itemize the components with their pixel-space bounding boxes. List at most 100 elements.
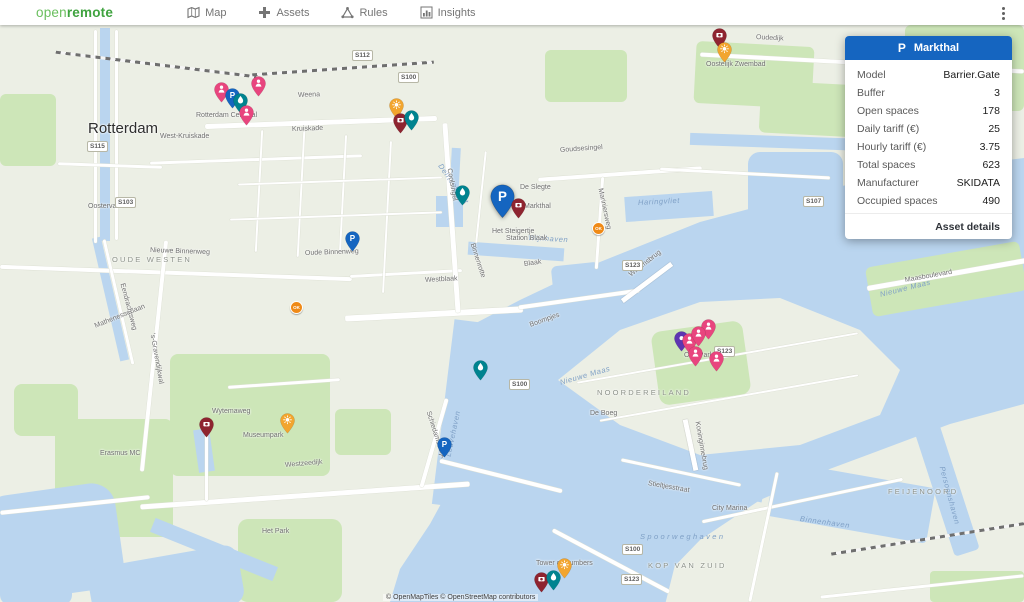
map-icon bbox=[187, 6, 200, 19]
street-label: Het Park bbox=[262, 528, 289, 535]
asset-pin-camera[interactable] bbox=[511, 198, 526, 219]
map-road bbox=[255, 130, 263, 252]
map-road bbox=[475, 151, 487, 243]
attribute-label: Occupied spaces bbox=[857, 195, 938, 207]
road-shield: S100 bbox=[622, 544, 643, 555]
poi-badge: OK bbox=[290, 301, 303, 314]
map-road bbox=[150, 154, 362, 164]
attribute-label: Open spaces bbox=[857, 105, 919, 117]
asset-info-card: P Markthal ModelBarrier.GateBuffer3Open … bbox=[845, 36, 1012, 239]
asset-pin-water[interactable] bbox=[404, 110, 419, 131]
map-park-shape bbox=[14, 384, 78, 436]
svg-text:P: P bbox=[498, 189, 507, 204]
map-park-shape bbox=[545, 50, 627, 102]
attribute-label: Daily tariff (€) bbox=[857, 123, 919, 135]
road-shield: S112 bbox=[352, 50, 373, 61]
map-road bbox=[205, 429, 208, 501]
street-label: Kruiskade bbox=[292, 125, 323, 133]
tab-assets[interactable]: Assets bbox=[242, 0, 325, 25]
asset-pin-water[interactable] bbox=[455, 185, 470, 206]
tab-map[interactable]: Map bbox=[171, 0, 242, 25]
street-label: Blaak bbox=[524, 259, 542, 268]
map-road bbox=[297, 131, 306, 257]
street-label: West-Kruiskade bbox=[160, 133, 209, 140]
app-bar: openremote Map Assets Rules Insights bbox=[0, 0, 1024, 25]
district-label: OUDE WESTEN bbox=[112, 255, 192, 264]
overflow-menu-button[interactable] bbox=[994, 3, 1012, 23]
road-shield: S107 bbox=[803, 196, 824, 207]
road-shield: S103 bbox=[115, 197, 136, 208]
attribute-value: 490 bbox=[982, 195, 1000, 207]
asset-attribute-row: Daily tariff (€)25 bbox=[845, 120, 1012, 138]
district-label: NOORDEREILAND bbox=[597, 388, 691, 397]
attribute-value: 623 bbox=[982, 159, 1000, 171]
street-label: City Marina bbox=[712, 505, 747, 512]
poi-badge: OK bbox=[592, 222, 605, 235]
street-label: Station Blaak bbox=[506, 235, 547, 242]
openremote-logo: openremote bbox=[36, 0, 113, 25]
assets-icon bbox=[258, 6, 271, 19]
tab-insights-label: Insights bbox=[438, 7, 476, 19]
map-road bbox=[382, 141, 392, 293]
tab-rules[interactable]: Rules bbox=[325, 0, 403, 25]
svg-text:P: P bbox=[349, 234, 355, 243]
asset-pin-weather[interactable] bbox=[717, 42, 732, 63]
logo-part-open: open bbox=[36, 5, 67, 20]
street-label: Erasmus MC bbox=[100, 450, 140, 457]
road-shield: S100 bbox=[398, 72, 419, 83]
asset-pin-people[interactable] bbox=[239, 105, 254, 126]
asset-pin-parking[interactable]: P bbox=[345, 231, 360, 252]
street-label: Wytemaweg bbox=[212, 408, 250, 415]
asset-pin-people[interactable] bbox=[691, 326, 706, 347]
asset-card-title: Markthal bbox=[914, 42, 959, 54]
street-label: De Boeg bbox=[590, 410, 617, 417]
map-water-shape bbox=[0, 559, 72, 602]
district-label: KOP VAN ZUID bbox=[648, 561, 727, 570]
street-label: De Slegte bbox=[520, 184, 551, 191]
main-nav: Map Assets Rules Insights bbox=[171, 0, 491, 25]
street-label: Oudedijk bbox=[756, 34, 784, 42]
asset-attribute-row: ModelBarrier.Gate bbox=[845, 66, 1012, 84]
road-shield: S115 bbox=[87, 141, 108, 152]
tab-rules-label: Rules bbox=[359, 7, 387, 19]
attribute-label: Buffer bbox=[857, 87, 885, 99]
asset-attribute-row: Open spaces178 bbox=[845, 102, 1012, 120]
asset-pin-people[interactable] bbox=[688, 346, 703, 367]
map-railway bbox=[56, 51, 257, 79]
street-label: Oostelijk Zwembad bbox=[706, 61, 766, 68]
map-park-shape bbox=[335, 409, 391, 455]
map-attribution: © OpenMapTiles © OpenStreetMap contribut… bbox=[383, 594, 538, 601]
attribute-label: Hourly tariff (€) bbox=[857, 141, 926, 153]
map-park-shape bbox=[170, 354, 330, 476]
asset-pin-people[interactable] bbox=[709, 351, 724, 372]
asset-pin-parking[interactable]: P bbox=[437, 437, 452, 458]
map-water-shape bbox=[551, 262, 602, 294]
tab-map-label: Map bbox=[205, 7, 226, 19]
asset-pin-people[interactable] bbox=[251, 76, 266, 97]
asset-pin-camera[interactable] bbox=[199, 417, 214, 438]
map-road bbox=[0, 265, 352, 281]
attribute-value: 3 bbox=[994, 87, 1000, 99]
svg-text:P: P bbox=[441, 440, 447, 449]
asset-details-link[interactable]: Asset details bbox=[845, 213, 1012, 239]
water-label: Spoorweghaven bbox=[640, 532, 725, 541]
tab-assets-label: Assets bbox=[276, 7, 309, 19]
asset-attribute-row: Total spaces 623 bbox=[845, 156, 1012, 174]
attribute-label: Total spaces bbox=[857, 159, 915, 171]
map-road bbox=[238, 176, 442, 185]
street-label: Weena bbox=[298, 91, 320, 99]
asset-pin-weather[interactable] bbox=[280, 413, 295, 434]
asset-pin-water[interactable] bbox=[546, 570, 561, 591]
attribute-label: Manufacturer bbox=[857, 177, 919, 189]
asset-pin-water[interactable] bbox=[473, 360, 488, 381]
map-water-shape bbox=[748, 152, 843, 234]
logo-part-remote: remote bbox=[67, 5, 113, 20]
tab-insights[interactable]: Insights bbox=[404, 0, 492, 25]
map-road bbox=[230, 211, 442, 220]
attribute-value: 3.75 bbox=[980, 141, 1000, 153]
road-shield: S123 bbox=[621, 574, 642, 585]
rules-icon bbox=[341, 6, 354, 19]
attribute-value: SKIDATA bbox=[957, 177, 1000, 189]
city-label: Rotterdam bbox=[88, 120, 158, 137]
asset-attribute-row: Hourly tariff (€) 3.75 bbox=[845, 138, 1012, 156]
